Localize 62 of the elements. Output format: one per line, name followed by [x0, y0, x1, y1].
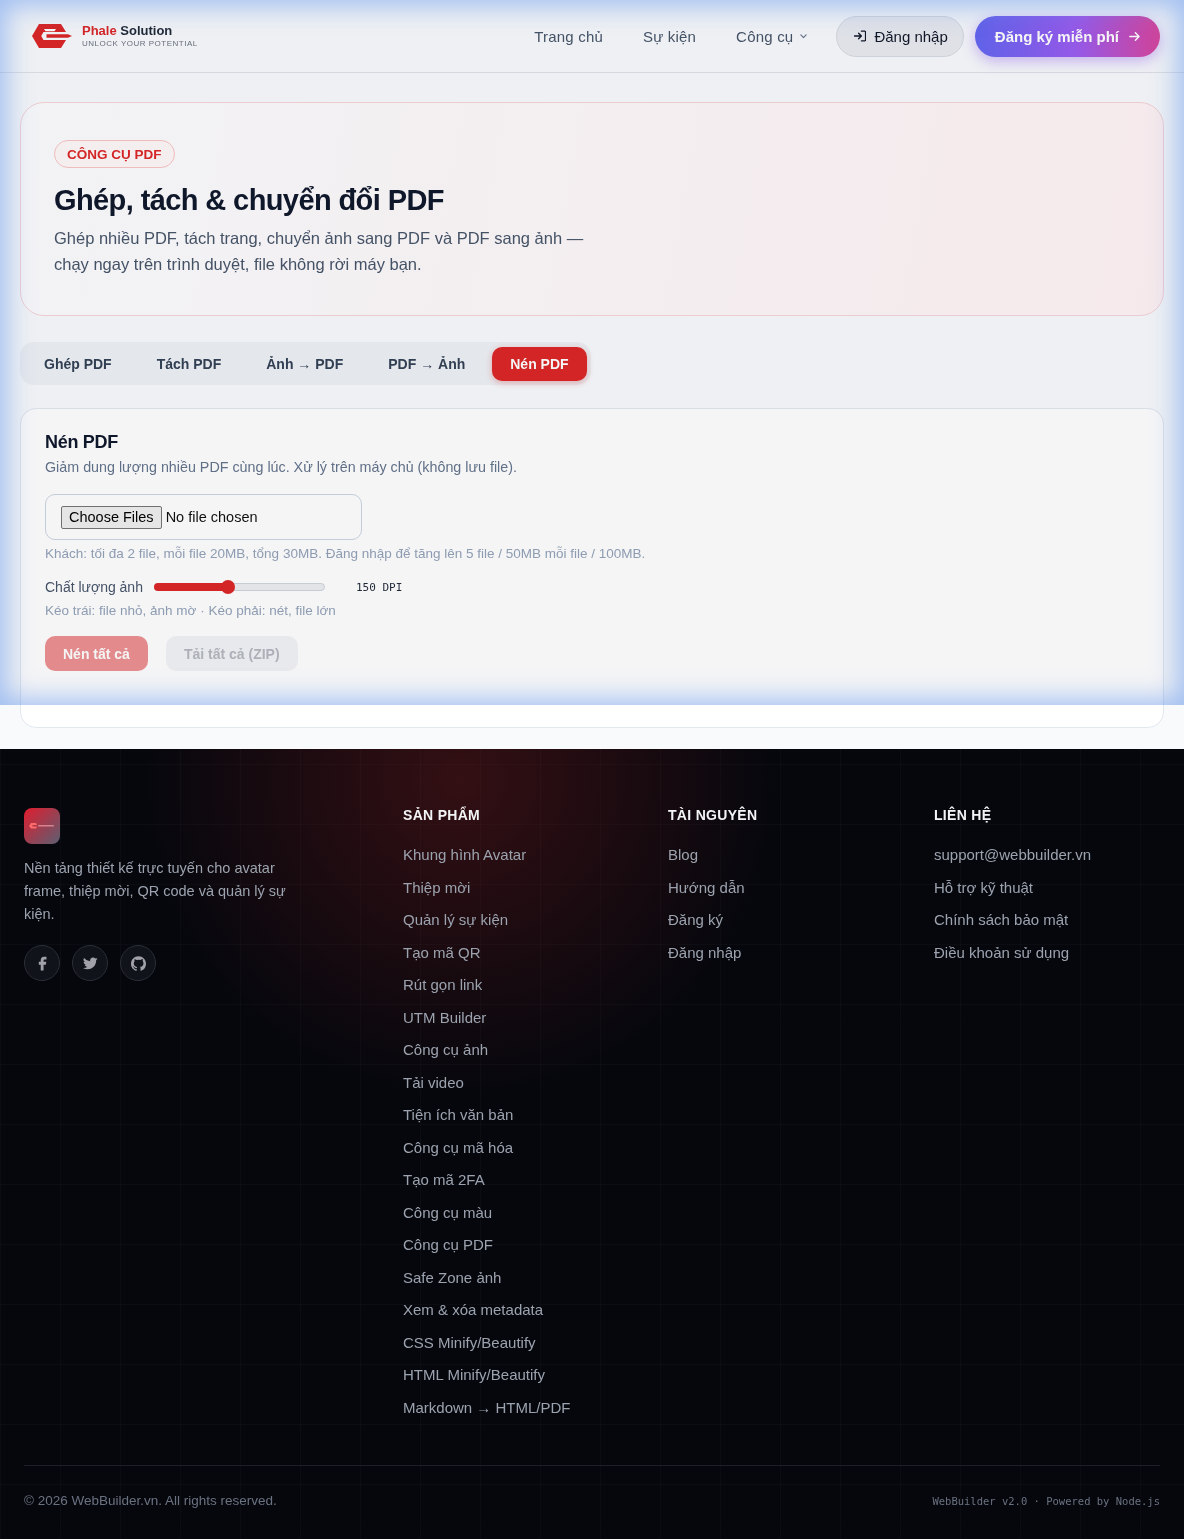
footer-link[interactable]: Đăng nhập: [668, 941, 742, 964]
category-badge: CÔNG CỤ PDF: [54, 140, 175, 168]
footer-link[interactable]: Điều khoản sử dụng: [934, 941, 1070, 964]
logo-icon: [24, 808, 60, 844]
footer-link[interactable]: Tiện ích văn bản: [403, 1104, 514, 1126]
card-description: Giảm dung lượng nhiều PDF cùng lúc. Xử lý trên máy chủ (không lưu file).: [45, 458, 518, 477]
footer-heading: SẢN PHẨM: [403, 805, 482, 825]
brand-name: Phale Solution: [82, 23, 174, 38]
footer-link[interactable]: Safe Zone ảnh: [403, 1266, 502, 1289]
footer-link[interactable]: Khung hình Avatar: [403, 844, 527, 866]
footer-link[interactable]: Chính sách bảo mật: [934, 909, 1069, 931]
slider-thumb[interactable]: [221, 580, 236, 594]
twitter-icon: [82, 955, 98, 971]
footer-heading: LIÊN HỆ: [934, 805, 993, 825]
slider-value: 150 DPI: [355, 580, 403, 594]
footer-link[interactable]: HTML Minify/Beautify: [403, 1364, 545, 1386]
tab[interactable]: Ghép PDF: [26, 347, 130, 381]
tab[interactable]: PDF → Ảnh: [370, 347, 484, 381]
footer-link[interactable]: Blog: [668, 844, 699, 866]
footer-link[interactable]: Công cụ PDF: [403, 1234, 494, 1256]
nav-link[interactable]: Trang chủ: [534, 27, 603, 45]
footer-link[interactable]: UTM Builder: [403, 1006, 487, 1029]
footer-link[interactable]: Xem & xóa metadata: [403, 1299, 544, 1321]
choose-files-button[interactable]: Choose Files: [61, 505, 162, 529]
page-description: Ghép nhiều PDF, tách trang, chuyển ảnh sang PDF và PDF sang ảnh — chạy ngay trên trình duyệt, file không rời máy bạn.: [54, 228, 585, 275]
page-title: Ghép, tách & chuyển đổi PDF: [54, 183, 445, 218]
footer-link[interactable]: Rút gọn link: [403, 974, 483, 996]
social-button[interactable]: [120, 945, 156, 981]
slider-label: Chất lượng ảnh: [45, 579, 143, 595]
nav-link[interactable]: Công cụ: [736, 27, 808, 45]
quality-slider[interactable]: [153, 579, 325, 595]
version-text: WebBuilder v2.0 · Powered by Node.js: [932, 1494, 1160, 1507]
footer-link[interactable]: CSS Minify/Beautify: [403, 1331, 536, 1354]
footer-link[interactable]: Công cụ ảnh: [403, 1039, 489, 1061]
footer-link[interactable]: support@webbuilder.vn: [934, 844, 1091, 866]
footer-link[interactable]: Hỗ trợ kỹ thuật: [934, 876, 1034, 899]
social-button[interactable]: [24, 945, 60, 981]
limits-hint: Khách: tối đa 2 file, mỗi file 20MB, tổng 30MB. Đăng nhập để tăng lên 5 file / 50MB mỗi file / 100MB.: [45, 545, 647, 563]
social-button[interactable]: [72, 945, 108, 981]
brand-tagline: UNLOCK YOUR POTENTIAL: [82, 39, 198, 49]
file-input-field[interactable]: Choose Files No file chosen: [45, 494, 362, 540]
tab[interactable]: Tách PDF: [138, 347, 240, 381]
footer-link[interactable]: Quản lý sự kiện: [403, 909, 509, 931]
tab[interactable]: Nén PDF: [492, 347, 587, 381]
footer-link[interactable]: Hướng dẫn: [668, 876, 745, 899]
footer-link[interactable]: Đăng ký: [668, 909, 724, 931]
file-status-text: No file chosen: [165, 509, 258, 525]
footer-link[interactable]: Tải video: [403, 1071, 464, 1094]
copyright-text: © 2026 WebBuilder.vn. All rights reserved.: [24, 1493, 277, 1508]
footer-heading: TÀI NGUYÊN: [668, 805, 759, 825]
footer-link[interactable]: Thiệp mời: [403, 876, 471, 899]
github-icon: [130, 955, 146, 971]
footer-link[interactable]: Markdown → HTML/PDF: [403, 1396, 571, 1419]
footer-link[interactable]: Công cụ mã hóa: [403, 1136, 514, 1159]
tab[interactable]: Ảnh → PDF: [248, 347, 362, 381]
footer-link[interactable]: Tạo mã 2FA: [403, 1169, 485, 1191]
card-title: Nén PDF: [45, 431, 119, 454]
footer-link[interactable]: Tạo mã QR: [403, 941, 481, 964]
slider-hint: Kéo trái: file nhỏ, ảnh mờ · Kéo phải: nét, file lớn: [45, 602, 337, 620]
footer-description: Nền tảng thiết kế trực tuyến cho avatar frame, thiệp mời, QR code và quản lý sự kiện.: [24, 859, 287, 924]
nav-link[interactable]: Sự kiện: [642, 27, 697, 45]
footer-link[interactable]: Công cụ màu: [403, 1201, 493, 1224]
